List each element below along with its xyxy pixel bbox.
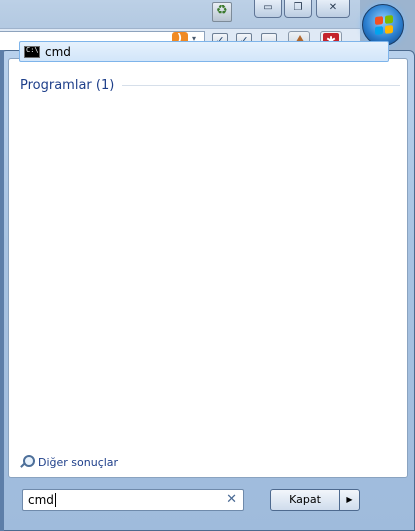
recycle-bin-icon[interactable] bbox=[212, 2, 232, 22]
start-button[interactable] bbox=[362, 4, 404, 46]
shutdown-options-button[interactable]: ▶ bbox=[339, 489, 360, 511]
background-titlebar: ▭ ❐ ✕ bbox=[0, 0, 360, 26]
desktop-edge bbox=[0, 50, 4, 531]
close-button[interactable]: ✕ bbox=[316, 0, 350, 18]
result-item-cmd[interactable]: cmd bbox=[19, 41, 389, 62]
section-title: Programlar (1) bbox=[20, 77, 115, 93]
result-label: cmd bbox=[45, 44, 71, 59]
windows-logo-icon bbox=[375, 15, 393, 35]
search-results-pane: Programlar (1) bbox=[8, 58, 408, 478]
shutdown-button[interactable]: Kapat bbox=[270, 489, 340, 511]
section-divider bbox=[122, 84, 400, 86]
programs-section-header: Programlar (1) bbox=[20, 76, 400, 94]
cmd-icon bbox=[24, 45, 40, 58]
text-caret bbox=[54, 493, 56, 507]
search-value: cmd bbox=[28, 493, 54, 507]
search-icon bbox=[19, 454, 35, 470]
clear-icon[interactable]: ✕ bbox=[226, 492, 237, 507]
more-results-link[interactable]: Diğer sonuçlar bbox=[19, 453, 118, 471]
search-input[interactable]: cmd ✕ bbox=[22, 489, 244, 511]
more-results-label: Diğer sonuçlar bbox=[38, 455, 119, 469]
restore-button[interactable]: ❐ bbox=[284, 0, 312, 18]
minimize-button[interactable]: ▭ bbox=[254, 0, 282, 18]
